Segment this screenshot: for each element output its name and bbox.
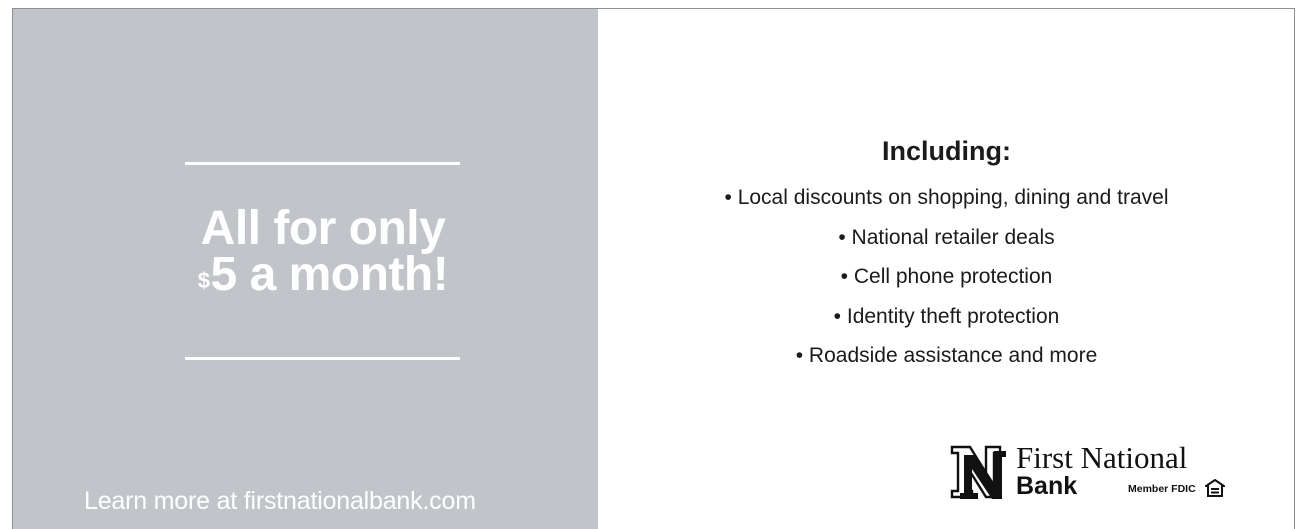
- benefit-item: Identity theft protection: [598, 297, 1295, 337]
- price-symbol: $: [197, 268, 210, 293]
- member-fdic: Member FDIC: [1128, 483, 1196, 495]
- learn-more-link[interactable]: Learn more at firstnationalbank.com: [84, 486, 476, 516]
- benefit-item: Local discounts on shopping, dining and …: [598, 178, 1295, 218]
- benefit-item: Roadside assistance and more: [598, 336, 1295, 376]
- divider-top: [185, 162, 460, 165]
- bank-logo: First National Bank Member FDIC: [950, 440, 1230, 513]
- fnb-n-mark-icon: [950, 445, 1006, 499]
- equal-housing-lender-icon: [1205, 479, 1225, 497]
- benefits-heading: Including:: [882, 136, 1011, 166]
- promo-panel: All for only $5 a month! Learn more at f…: [13, 9, 598, 529]
- benefit-item: National retailer deals: [598, 218, 1295, 258]
- brand-name-line2: Bank: [1016, 472, 1078, 500]
- benefit-item: Cell phone protection: [598, 257, 1295, 297]
- headline-line2: $5 a month!: [13, 251, 633, 299]
- headline-price-text: 5 a month!: [210, 248, 449, 301]
- benefits-list: Local discounts on shopping, dining and …: [598, 178, 1295, 376]
- promo-headline: All for only $5 a month!: [13, 205, 633, 299]
- brand-name-line1: First National: [1016, 440, 1188, 475]
- divider-bottom: [185, 357, 460, 360]
